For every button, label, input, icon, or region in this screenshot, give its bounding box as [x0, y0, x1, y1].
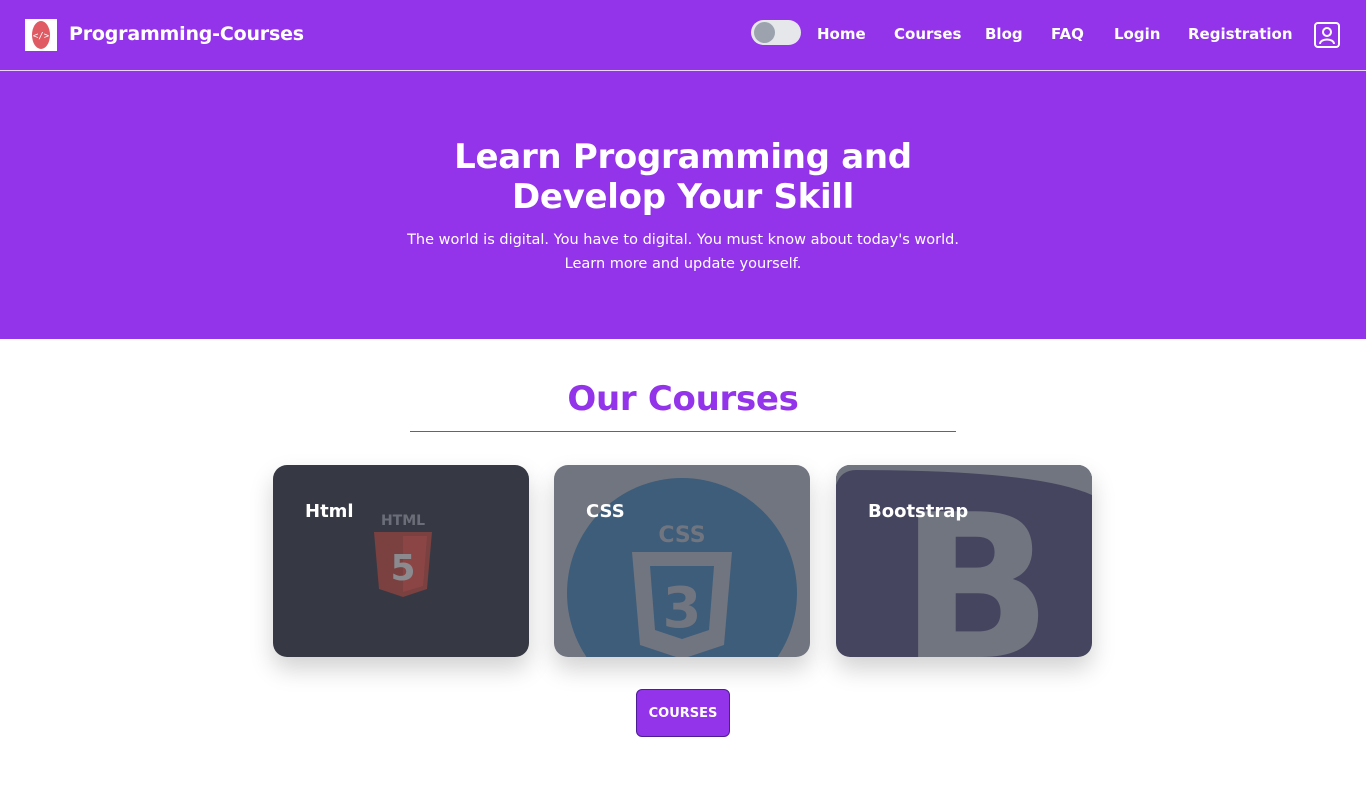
svg-text:</>: </> — [33, 32, 50, 42]
course-card-bootstrap[interactable]: B Bootstrap — [836, 465, 1092, 657]
hero-subtitle: The world is digital. You have to digita… — [383, 228, 983, 276]
toggle-knob — [754, 22, 775, 43]
nav-courses[interactable]: Courses — [894, 25, 961, 43]
css3-logo-icon: CSS 3 — [567, 478, 797, 657]
heading-divider — [410, 431, 956, 432]
hero-subtitle-line-2: Learn more and update yourself. — [564, 256, 802, 272]
hero-subtitle-line-1: The world is digital. You have to digita… — [407, 232, 959, 248]
course-card-css[interactable]: CSS 3 CSS — [554, 465, 810, 657]
courses-heading: Our Courses — [567, 379, 799, 419]
nav-blog[interactable]: Blog — [985, 25, 1023, 43]
course-card-label: Bootstrap — [868, 501, 969, 522]
svg-text:HTML: HTML — [381, 513, 425, 529]
courses-button[interactable]: COURSES — [636, 689, 730, 737]
nav-faq[interactable]: FAQ — [1051, 25, 1084, 43]
brand-name[interactable]: Programming-Courses — [69, 23, 304, 45]
course-card-label: Html — [305, 501, 354, 522]
html5-logo-icon: HTML 5 — [374, 513, 432, 597]
hero-title-line-1: Learn Programming and — [454, 137, 912, 177]
theme-toggle[interactable] — [751, 20, 801, 45]
nav-registration[interactable]: Registration — [1188, 25, 1293, 43]
svg-text:3: 3 — [663, 576, 702, 641]
user-profile-icon[interactable] — [1313, 21, 1341, 49]
hero-banner: Learn Programming and Develop Your Skill… — [0, 71, 1366, 339]
svg-text:CSS: CSS — [658, 523, 705, 548]
nav-login[interactable]: Login — [1114, 25, 1160, 43]
svg-text:B: B — [900, 472, 1052, 657]
bootstrap-logo-icon: B — [836, 465, 1092, 657]
nav-home[interactable]: Home — [817, 25, 866, 43]
svg-text:5: 5 — [390, 548, 415, 589]
hero-title-line-2: Develop Your Skill — [511, 177, 855, 217]
logo-icon[interactable]: </> — [25, 19, 57, 51]
navbar: </> Programming-Courses Home Courses Blo… — [0, 0, 1366, 71]
course-card-html[interactable]: HTML 5 Html — [273, 465, 529, 657]
hero-title: Learn Programming and Develop Your Skill — [383, 137, 983, 217]
course-card-label: CSS — [586, 501, 625, 522]
